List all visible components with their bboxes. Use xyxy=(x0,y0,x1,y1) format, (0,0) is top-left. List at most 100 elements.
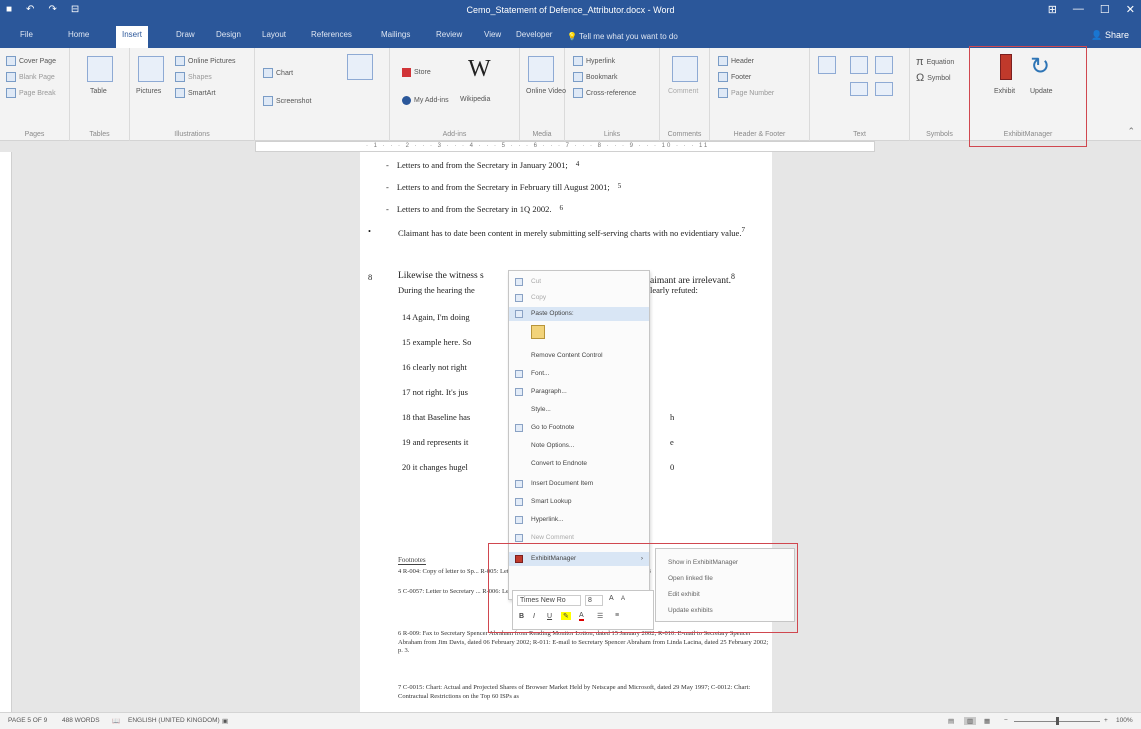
text-box-icon[interactable] xyxy=(818,56,836,74)
bullet-text-3: Letters to and from the Secretary in 1Q … xyxy=(396,204,552,214)
object-icon[interactable] xyxy=(875,82,893,96)
group-media: Online Video Media xyxy=(520,48,566,141)
close-icon[interactable]: ✕ xyxy=(1126,3,1135,16)
comment-label[interactable]: Comment xyxy=(668,88,698,95)
equation-button[interactable]: π Equation xyxy=(916,56,954,68)
zoom-in-icon[interactable]: + xyxy=(1104,717,1108,724)
tab-view[interactable]: View xyxy=(478,28,507,41)
shapes-button[interactable]: Shapes xyxy=(175,72,212,82)
screenshot-button[interactable]: Screenshot xyxy=(263,96,311,106)
proofing-icon[interactable]: 📖 xyxy=(112,717,120,725)
share-button[interactable]: 👤 Share xyxy=(1091,30,1129,41)
comment-icon[interactable] xyxy=(672,56,698,82)
menu-item-hyperlink[interactable]: Hyperlink... xyxy=(509,513,649,527)
wikipedia-label[interactable]: Wikipedia xyxy=(460,96,490,103)
macro-icon[interactable]: ▣ xyxy=(222,717,228,725)
zoom-out-icon[interactable]: − xyxy=(1004,717,1008,724)
table-label[interactable]: Table xyxy=(90,88,107,95)
menu-item-convert-to-endnote[interactable]: Convert to Endnote xyxy=(509,457,649,471)
tab-mailings[interactable]: Mailings xyxy=(375,28,416,41)
tab-layout[interactable]: Layout xyxy=(256,28,292,41)
read-mode-icon[interactable]: ▤ xyxy=(948,717,954,725)
pictures-label[interactable]: Pictures xyxy=(136,88,161,95)
collapse-ribbon-icon[interactable]: ⌃ xyxy=(1127,126,1135,137)
menu-item-copy[interactable]: Copy xyxy=(509,291,649,305)
store-button[interactable]: Store xyxy=(402,68,431,77)
wordart-icon[interactable] xyxy=(875,56,893,74)
paragraph-number: 8 xyxy=(368,272,373,282)
quote-line: 14 Again, I'm doing xyxy=(402,312,470,322)
drop-cap-icon[interactable] xyxy=(850,82,868,96)
tab-review[interactable]: Review xyxy=(430,28,468,41)
zoom-level[interactable]: 100% xyxy=(1116,717,1133,724)
smartart-label: SmartArt xyxy=(188,89,216,97)
hyperlink-label: Hyperlink xyxy=(586,57,616,65)
minimize-icon[interactable]: — xyxy=(1073,3,1084,16)
wikipedia-icon[interactable]: W xyxy=(468,56,491,83)
pictures-icon[interactable] xyxy=(138,56,164,82)
quick-parts-icon[interactable] xyxy=(850,56,868,74)
list-item: - Letters to and from the Secretary in 1Q… xyxy=(386,204,563,214)
menu-item-remove-content-control[interactable]: Remove Content Control xyxy=(509,349,649,363)
bookmark-button[interactable]: Bookmark xyxy=(573,72,618,82)
tab-developer[interactable]: Developer xyxy=(510,28,558,41)
page-number-button[interactable]: Page Number xyxy=(718,88,774,98)
web-layout-icon[interactable]: ▦ xyxy=(984,717,990,725)
online-pictures-button[interactable]: Online Pictures xyxy=(175,56,235,66)
footnote-ref-5[interactable]: 5 xyxy=(618,182,622,192)
menu-item-paragraph[interactable]: Paragraph... xyxy=(509,385,649,399)
header-button[interactable]: Header xyxy=(718,56,754,66)
maximize-icon[interactable]: ☐ xyxy=(1100,3,1110,16)
footnote-ref-8[interactable]: 8 xyxy=(731,272,735,281)
hyperlink-button[interactable]: Hyperlink xyxy=(573,56,615,66)
cross-reference-button[interactable]: Cross-reference xyxy=(573,88,636,98)
table-icon[interactable] xyxy=(87,56,113,82)
tell-me-box[interactable]: 💡 Tell me what you want to do xyxy=(567,32,678,41)
online-video-icon[interactable] xyxy=(528,56,554,82)
ribbon-display-options-icon[interactable]: ⊞ xyxy=(1048,3,1057,16)
group-tables-label: Tables xyxy=(89,131,110,138)
vertical-ruler[interactable] xyxy=(0,152,12,712)
tab-design[interactable]: Design xyxy=(210,28,247,41)
menu-item-smart-lookup[interactable]: Smart Lookup xyxy=(509,495,649,509)
word-count[interactable]: 488 WORDS xyxy=(62,717,100,724)
online-video-label[interactable]: Online Video xyxy=(526,88,566,95)
menu-item-font[interactable]: Font... xyxy=(509,367,649,381)
page-break-button[interactable]: Page Break xyxy=(6,88,56,98)
bullet-dash: - xyxy=(386,204,389,214)
paste-keep-text-icon[interactable] xyxy=(531,325,545,339)
menu-item-style[interactable]: Style... xyxy=(509,403,649,417)
group-links-label: Links xyxy=(603,131,621,138)
print-layout-icon[interactable]: ▥ xyxy=(964,717,977,725)
footnote-ref-6[interactable]: 6 xyxy=(559,204,563,214)
chart-button[interactable]: Chart xyxy=(263,68,293,78)
page-break-icon xyxy=(6,88,16,98)
blank-page-button[interactable]: Blank Page xyxy=(6,72,55,82)
tab-insert[interactable]: Insert xyxy=(116,26,149,48)
menu-item-note-options[interactable]: Note Options... xyxy=(509,439,649,453)
language[interactable]: ENGLISH (UNITED KINGDOM) xyxy=(128,717,220,724)
footnote-ref-7[interactable]: 7 xyxy=(741,226,745,234)
symbol-button[interactable]: Ω Symbol xyxy=(916,72,951,84)
table-insert-icon[interactable] xyxy=(347,54,373,80)
tab-draw[interactable]: Draw xyxy=(170,28,201,41)
footnote-separator: Footnotes xyxy=(398,556,426,565)
footer-button[interactable]: Footer xyxy=(718,72,751,82)
smartart-button[interactable]: SmartArt xyxy=(175,88,216,98)
cover-page-button[interactable]: Cover Page xyxy=(6,56,56,66)
menu-item-cut[interactable]: Cut xyxy=(509,275,649,289)
group-comments-label: Comments xyxy=(667,131,702,138)
my-addins-button[interactable]: My Add-ins xyxy=(402,96,449,105)
tab-file[interactable]: File xyxy=(14,28,39,41)
cut-icon xyxy=(515,278,523,286)
footnote-ref-4[interactable]: 4 xyxy=(576,160,580,170)
tab-home[interactable]: Home xyxy=(62,28,95,41)
tab-references[interactable]: References xyxy=(305,28,358,41)
menu-item-paste-options[interactable]: Paste Options: xyxy=(509,307,649,321)
blank-page-label: Blank Page xyxy=(19,73,55,81)
menu-item-insert-document-item[interactable]: Insert Document Item xyxy=(509,477,649,491)
zoom-slider-thumb[interactable] xyxy=(1056,717,1059,725)
horizontal-ruler[interactable]: · 1 · · · 2 · · · 3 · · · 4 · · · 5 · · … xyxy=(255,141,875,152)
menu-item-go-to-footnote[interactable]: Go to Footnote xyxy=(509,421,649,435)
page-count[interactable]: PAGE 5 OF 9 xyxy=(8,717,47,724)
